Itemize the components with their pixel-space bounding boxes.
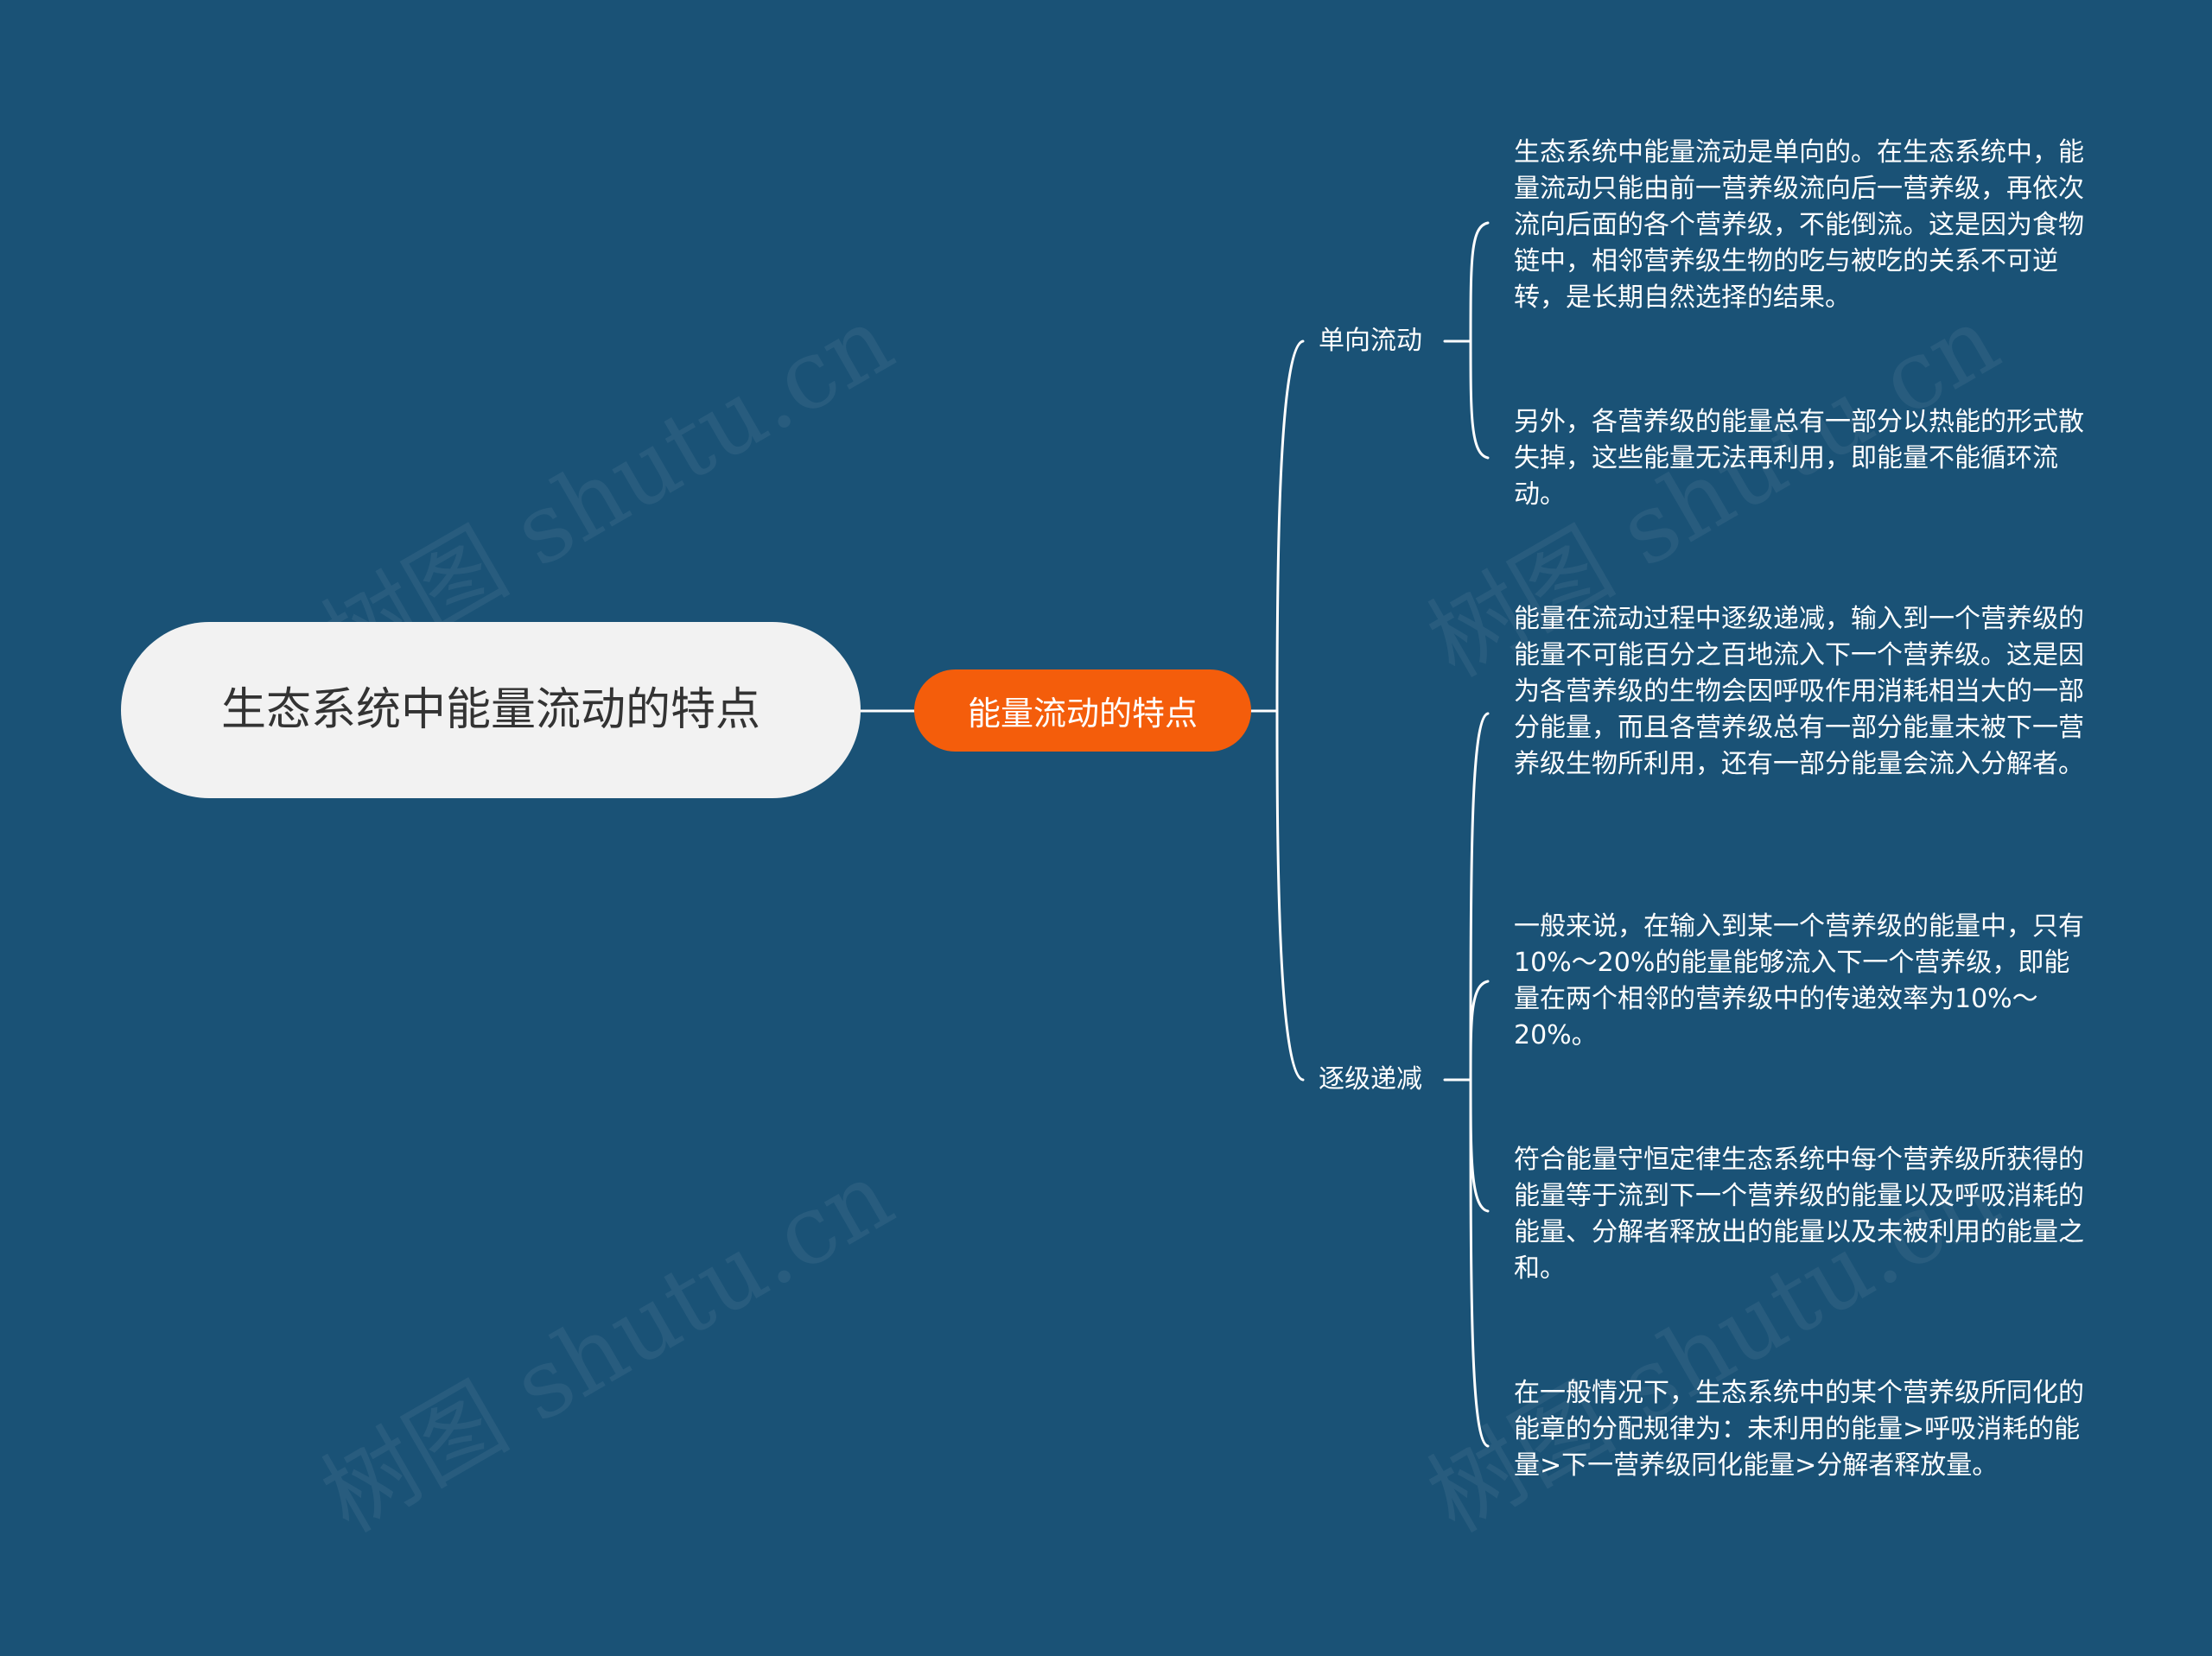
center-node[interactable]: 能量流动的特点 <box>914 669 1251 752</box>
mindmap-canvas: 树图 shutu.cn 树图 shutu.cn 树图 shutu.cn 树图 s… <box>0 0 2212 1656</box>
connector-trunk-branch-1 <box>1275 339 1305 713</box>
branch-node-one-way-flow[interactable]: 单向流动 <box>1319 324 1422 358</box>
connector-trunk-branch-2 <box>1275 709 1305 1082</box>
leaf-node[interactable]: 能量在流动过程中逐级递减，输入到一个营养级的能量不可能百分之百地流入下一个营养级… <box>1514 601 2084 783</box>
root-node-label: 生态系统中能量流动的特点 <box>220 684 760 736</box>
leaf-node[interactable]: 另外，各营养级的能量总有一部分以热能的形式散失掉，这些能量无法再利用，即能量不能… <box>1514 404 2084 513</box>
leaf-node[interactable]: 一般来说，在输入到某一个营养级的能量中，只有10%～20%的能量能够流入下一个营… <box>1514 909 2084 1054</box>
center-node-label: 能量流动的特点 <box>967 695 1198 733</box>
leaf-node[interactable]: 生态系统中能量流动是单向的。在生态系统中，能量流动只能由前一营养级流向后一营养级… <box>1514 135 2084 316</box>
leaf-node[interactable]: 在一般情况下，生态系统中的某个营养级所同化的能章的分配规律为：未利用的能量>呼吸… <box>1514 1375 2084 1484</box>
connector-branch-2-leaf-2 <box>1469 980 1490 1082</box>
connector-branch-1-leaf-2 <box>1469 339 1490 460</box>
connector-branch-2-leaf-1 <box>1469 712 1490 1082</box>
leaf-node[interactable]: 符合能量守恒定律生态系统中每个营养级所获得的能量等于流到下一个营养级的能量以及呼… <box>1514 1142 2084 1287</box>
connector-branch-1-leaf-1 <box>1469 221 1490 343</box>
branch-node-decreasing[interactable]: 逐级递减 <box>1319 1063 1422 1097</box>
connector-branch-2-leaf-4 <box>1469 1078 1490 1448</box>
connector-branch-2-leaf-3 <box>1469 1078 1490 1213</box>
root-node[interactable]: 生态系统中能量流动的特点 <box>121 622 861 798</box>
